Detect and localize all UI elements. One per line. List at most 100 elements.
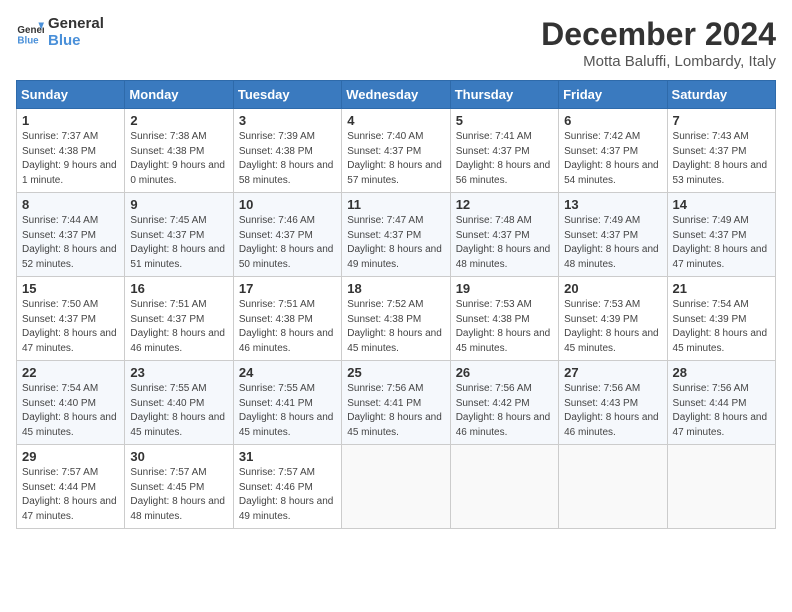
day-number: 18 — [347, 281, 444, 296]
day-number: 15 — [22, 281, 119, 296]
calendar-cell — [559, 445, 667, 529]
calendar-week-row: 15 Sunrise: 7:50 AMSunset: 4:37 PMDayligh… — [17, 277, 776, 361]
calendar-cell: 7 Sunrise: 7:43 AMSunset: 4:37 PMDaylight… — [667, 109, 775, 193]
day-number: 13 — [564, 197, 661, 212]
svg-text:Blue: Blue — [17, 35, 39, 46]
day-number: 22 — [22, 365, 119, 380]
calendar-cell: 2 Sunrise: 7:38 AMSunset: 4:38 PMDaylight… — [125, 109, 233, 193]
day-info: Sunrise: 7:48 AMSunset: 4:37 PMDaylight:… — [456, 214, 553, 272]
day-info: Sunrise: 7:57 AMSunset: 4:46 PMDaylight:… — [239, 466, 336, 524]
day-info: Sunrise: 7:44 AMSunset: 4:37 PMDaylight:… — [22, 214, 119, 272]
weekday-header: Tuesday — [233, 81, 341, 109]
day-info: Sunrise: 7:57 AMSunset: 4:44 PMDaylight:… — [22, 466, 119, 524]
day-info: Sunrise: 7:50 AMSunset: 4:37 PMDaylight:… — [22, 298, 119, 356]
calendar-week-row: 22 Sunrise: 7:54 AMSunset: 4:40 PMDayligh… — [17, 361, 776, 445]
title-area: December 2024 Motta Baluffi, Lombardy, I… — [541, 16, 776, 70]
day-info: Sunrise: 7:54 AMSunset: 4:40 PMDaylight:… — [22, 382, 119, 440]
calendar-cell: 9Sunrise: 7:45 AMSunset: 4:37 PMDaylight… — [125, 193, 233, 277]
day-number: 31 — [239, 449, 336, 464]
day-info: Sunrise: 7:41 AMSunset: 4:37 PMDaylight:… — [456, 130, 553, 188]
calendar-cell: 26 Sunrise: 7:56 AMSunset: 4:42 PMDayligh… — [450, 361, 558, 445]
day-info: Sunrise: 7:51 AMSunset: 4:38 PMDaylight:… — [239, 298, 336, 356]
day-info: Sunrise: 7:54 AMSunset: 4:39 PMDaylight:… — [673, 298, 770, 356]
day-info: Sunrise: 7:40 AMSunset: 4:37 PMDaylight:… — [347, 130, 444, 188]
calendar-cell: 23 Sunrise: 7:55 AMSunset: 4:40 PMDayligh… — [125, 361, 233, 445]
day-number: 10 — [239, 197, 336, 212]
day-info: Sunrise: 7:55 AMSunset: 4:41 PMDaylight:… — [239, 382, 336, 440]
day-info: Sunrise: 7:38 AMSunset: 4:38 PMDaylight:… — [130, 130, 227, 188]
weekday-header: Saturday — [667, 81, 775, 109]
day-info: Sunrise: 7:56 AMSunset: 4:44 PMDaylight:… — [673, 382, 770, 440]
logo: General Blue General Blue — [16, 16, 104, 49]
calendar-cell: 21 Sunrise: 7:54 AMSunset: 4:39 PMDayligh… — [667, 277, 775, 361]
calendar-table: SundayMondayTuesdayWednesdayThursdayFrid… — [16, 80, 776, 529]
svg-text:General: General — [17, 25, 44, 36]
calendar-cell: 25 Sunrise: 7:56 AMSunset: 4:41 PMDayligh… — [342, 361, 450, 445]
calendar-cell: 4 Sunrise: 7:40 AMSunset: 4:37 PMDaylight… — [342, 109, 450, 193]
day-number: 24 — [239, 365, 336, 380]
calendar-cell: 11 Sunrise: 7:47 AMSunset: 4:37 PMDayligh… — [342, 193, 450, 277]
day-info: Sunrise: 7:49 AMSunset: 4:37 PMDaylight:… — [564, 214, 661, 272]
day-number: 17 — [239, 281, 336, 296]
day-number: 27 — [564, 365, 661, 380]
calendar-cell: 31 Sunrise: 7:57 AMSunset: 4:46 PMDayligh… — [233, 445, 341, 529]
day-number: 21 — [673, 281, 770, 296]
calendar-cell: 6 Sunrise: 7:42 AMSunset: 4:37 PMDaylight… — [559, 109, 667, 193]
calendar-week-row: 29 Sunrise: 7:57 AMSunset: 4:44 PMDayligh… — [17, 445, 776, 529]
day-info: Sunrise: 7:39 AMSunset: 4:38 PMDaylight:… — [239, 130, 336, 188]
calendar-cell — [667, 445, 775, 529]
day-number: 23 — [130, 365, 227, 380]
day-info: Sunrise: 7:46 AMSunset: 4:37 PMDaylight:… — [239, 214, 336, 272]
logo-blue: Blue — [48, 33, 104, 50]
calendar-cell: 19Sunrise: 7:53 AMSunset: 4:38 PMDayligh… — [450, 277, 558, 361]
day-number: 25 — [347, 365, 444, 380]
day-number: 3 — [239, 113, 336, 128]
calendar-cell: 18Sunrise: 7:52 AMSunset: 4:38 PMDayligh… — [342, 277, 450, 361]
day-info: Sunrise: 7:51 AMSunset: 4:37 PMDaylight:… — [130, 298, 227, 356]
calendar-cell: 12 Sunrise: 7:48 AMSunset: 4:37 PMDayligh… — [450, 193, 558, 277]
day-info: Sunrise: 7:56 AMSunset: 4:43 PMDaylight:… — [564, 382, 661, 440]
calendar-cell: 1 Sunrise: 7:37 AMSunset: 4:38 PMDaylight… — [17, 109, 125, 193]
day-info: Sunrise: 7:56 AMSunset: 4:42 PMDaylight:… — [456, 382, 553, 440]
calendar-cell: 8Sunrise: 7:44 AMSunset: 4:37 PMDaylight… — [17, 193, 125, 277]
day-number: 26 — [456, 365, 553, 380]
day-number: 12 — [456, 197, 553, 212]
calendar-week-row: 8Sunrise: 7:44 AMSunset: 4:37 PMDaylight… — [17, 193, 776, 277]
calendar-cell: 17 Sunrise: 7:51 AMSunset: 4:38 PMDayligh… — [233, 277, 341, 361]
calendar-cell — [342, 445, 450, 529]
day-info: Sunrise: 7:49 AMSunset: 4:37 PMDaylight:… — [673, 214, 770, 272]
day-number: 6 — [564, 113, 661, 128]
day-number: 4 — [347, 113, 444, 128]
day-number: 16 — [130, 281, 227, 296]
weekday-header: Sunday — [17, 81, 125, 109]
day-number: 2 — [130, 113, 227, 128]
day-info: Sunrise: 7:47 AMSunset: 4:37 PMDaylight:… — [347, 214, 444, 272]
day-number: 28 — [673, 365, 770, 380]
day-number: 30 — [130, 449, 227, 464]
day-info: Sunrise: 7:53 AMSunset: 4:38 PMDaylight:… — [456, 298, 553, 356]
calendar-cell: 22 Sunrise: 7:54 AMSunset: 4:40 PMDayligh… — [17, 361, 125, 445]
calendar-cell: 5 Sunrise: 7:41 AMSunset: 4:37 PMDaylight… — [450, 109, 558, 193]
day-info: Sunrise: 7:43 AMSunset: 4:37 PMDaylight:… — [673, 130, 770, 188]
day-number: 11 — [347, 197, 444, 212]
day-info: Sunrise: 7:55 AMSunset: 4:40 PMDaylight:… — [130, 382, 227, 440]
calendar-cell: 28 Sunrise: 7:56 AMSunset: 4:44 PMDayligh… — [667, 361, 775, 445]
weekday-header: Wednesday — [342, 81, 450, 109]
day-number: 20 — [564, 281, 661, 296]
calendar-cell: 16 Sunrise: 7:51 AMSunset: 4:37 PMDayligh… — [125, 277, 233, 361]
day-number: 1 — [22, 113, 119, 128]
calendar-cell: 20Sunrise: 7:53 AMSunset: 4:39 PMDayligh… — [559, 277, 667, 361]
calendar-cell: 10 Sunrise: 7:46 AMSunset: 4:37 PMDayligh… — [233, 193, 341, 277]
calendar-cell: 14Sunrise: 7:49 AMSunset: 4:37 PMDayligh… — [667, 193, 775, 277]
day-number: 29 — [22, 449, 119, 464]
weekday-header: Monday — [125, 81, 233, 109]
day-number: 5 — [456, 113, 553, 128]
day-info: Sunrise: 7:42 AMSunset: 4:37 PMDaylight:… — [564, 130, 661, 188]
day-number: 7 — [673, 113, 770, 128]
day-info: Sunrise: 7:56 AMSunset: 4:41 PMDaylight:… — [347, 382, 444, 440]
day-info: Sunrise: 7:57 AMSunset: 4:45 PMDaylight:… — [130, 466, 227, 524]
location-title: Motta Baluffi, Lombardy, Italy — [541, 53, 776, 70]
weekday-header: Friday — [559, 81, 667, 109]
day-info: Sunrise: 7:37 AMSunset: 4:38 PMDaylight:… — [22, 130, 119, 188]
calendar-cell: 30 Sunrise: 7:57 AMSunset: 4:45 PMDayligh… — [125, 445, 233, 529]
